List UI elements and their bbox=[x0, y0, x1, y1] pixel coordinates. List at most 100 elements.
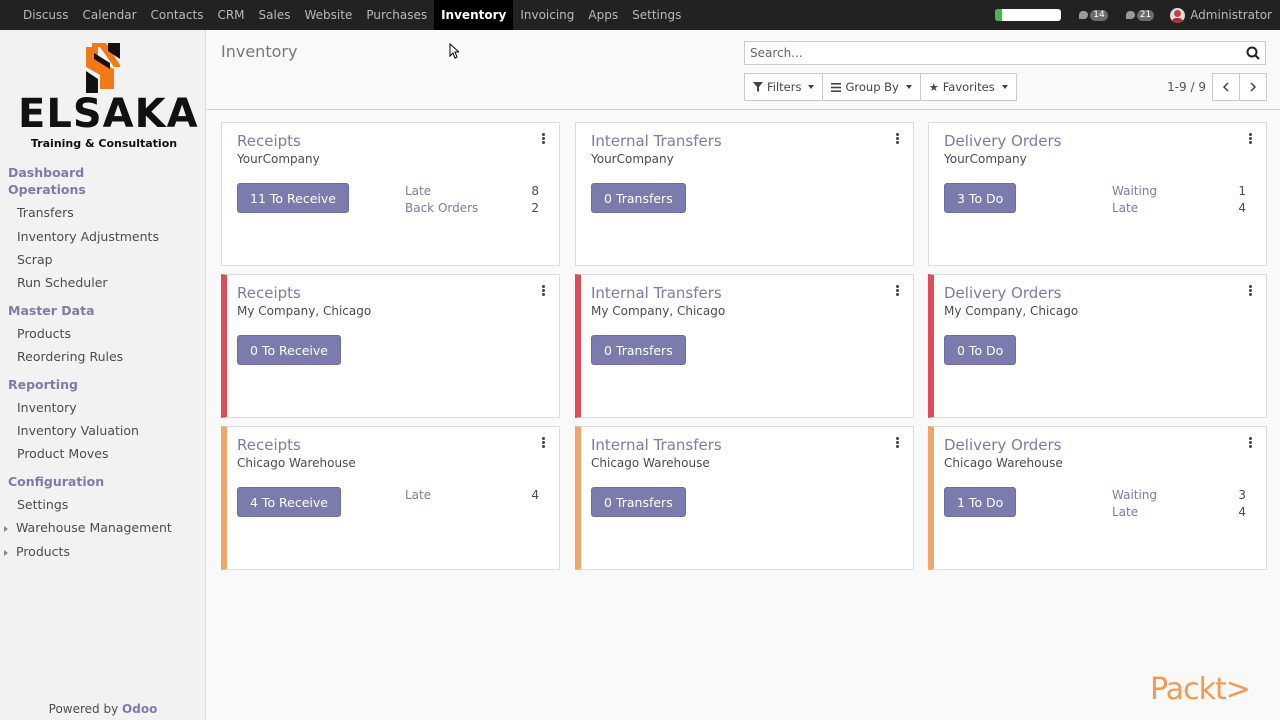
stat-late-value: 4 bbox=[1238, 505, 1246, 519]
menu-item-inventory-valuation[interactable]: Inventory Valuation bbox=[17, 423, 139, 438]
app-purchases[interactable]: Purchases bbox=[359, 0, 434, 30]
menu-dashboard[interactable]: Dashboard bbox=[8, 165, 84, 180]
picking-type-card[interactable]: Internal Transfers My Company, Chicago 0… bbox=[575, 274, 914, 418]
menu-item-products[interactable]: Products bbox=[17, 326, 71, 341]
menu-item-inventory-report[interactable]: Inventory bbox=[17, 400, 77, 415]
card-title[interactable]: Internal Transfers bbox=[591, 436, 722, 454]
card-company: YourCompany bbox=[237, 152, 320, 166]
stat-late-link[interactable]: Late bbox=[405, 488, 431, 502]
picking-type-card[interactable]: Receipts My Company, Chicago 0 To Receiv… bbox=[221, 274, 560, 418]
card-title[interactable]: Delivery Orders bbox=[944, 132, 1061, 150]
card-menu-icon[interactable] bbox=[540, 285, 546, 299]
card-company: Chicago Warehouse bbox=[591, 456, 710, 470]
card-title[interactable]: Delivery Orders bbox=[944, 284, 1061, 302]
menu-item-inventory-adjustments[interactable]: Inventory Adjustments bbox=[17, 229, 159, 244]
card-company: My Company, Chicago bbox=[237, 304, 372, 318]
menu-item-product-moves[interactable]: Product Moves bbox=[17, 446, 108, 461]
chat-bubble-icon bbox=[1079, 11, 1089, 19]
card-title[interactable]: Receipts bbox=[237, 132, 301, 150]
menu-item-scrap[interactable]: Scrap bbox=[17, 252, 53, 267]
card-title[interactable]: Internal Transfers bbox=[591, 284, 722, 302]
stat-late-link[interactable]: Late bbox=[405, 184, 431, 198]
user-menu[interactable]: Administrator bbox=[1170, 7, 1272, 23]
app-sales[interactable]: Sales bbox=[252, 0, 298, 30]
filters-button[interactable]: Filters bbox=[744, 73, 824, 101]
card-menu-icon[interactable] bbox=[894, 285, 900, 299]
to-do-button[interactable]: 3 To Do bbox=[944, 183, 1017, 213]
pager-previous-button[interactable] bbox=[1212, 73, 1240, 101]
app-menu: Discuss Calendar Contacts CRM Sales Webs… bbox=[0, 0, 688, 30]
picking-type-card[interactable]: Delivery Orders YourCompany 3 To Do Wait… bbox=[928, 122, 1267, 266]
search-icon[interactable] bbox=[1246, 46, 1260, 60]
search-box bbox=[744, 41, 1266, 65]
to-receive-button[interactable]: 11 To Receive bbox=[237, 183, 349, 213]
transfers-button[interactable]: 0 Transfers bbox=[591, 335, 686, 365]
card-title[interactable]: Receipts bbox=[237, 284, 301, 302]
stat-waiting-link[interactable]: Waiting bbox=[1112, 488, 1157, 502]
card-menu-icon[interactable] bbox=[1247, 133, 1253, 147]
card-menu-icon[interactable] bbox=[894, 437, 900, 451]
to-do-button[interactable]: 1 To Do bbox=[944, 487, 1017, 517]
app-settings[interactable]: Settings bbox=[625, 0, 688, 30]
chevron-right-icon bbox=[1250, 82, 1257, 92]
menu-item-reordering-rules[interactable]: Reordering Rules bbox=[17, 349, 123, 364]
stat-late-link[interactable]: Late bbox=[1112, 505, 1138, 519]
transfers-button[interactable]: 0 Transfers bbox=[591, 183, 686, 213]
picking-type-card[interactable]: Internal Transfers YourCompany 0 Transfe… bbox=[575, 122, 914, 266]
transfers-button[interactable]: 0 Transfers bbox=[591, 487, 686, 517]
app-discuss[interactable]: Discuss bbox=[16, 0, 76, 30]
menu-section-master-data: Master Data bbox=[8, 303, 95, 318]
menu-item-warehouse-management[interactable]: Warehouse Management bbox=[4, 520, 172, 535]
card-title[interactable]: Receipts bbox=[237, 436, 301, 454]
systray: 14 21 Administrator bbox=[995, 0, 1280, 30]
card-title[interactable]: Internal Transfers bbox=[591, 132, 722, 150]
planner-progress-bar[interactable] bbox=[995, 9, 1062, 21]
chevron-left-icon bbox=[1222, 82, 1229, 92]
card-menu-icon[interactable] bbox=[540, 133, 546, 147]
menu-section-operations: Operations bbox=[8, 182, 86, 197]
favorites-button[interactable]: ★ Favorites bbox=[919, 73, 1017, 101]
picking-type-card[interactable]: Delivery Orders Chicago Warehouse 1 To D… bbox=[928, 426, 1267, 570]
picking-type-card[interactable]: Receipts Chicago Warehouse 4 To Receive … bbox=[221, 426, 560, 570]
to-receive-button[interactable]: 4 To Receive bbox=[237, 487, 341, 517]
app-inventory[interactable]: Inventory bbox=[434, 0, 514, 30]
stat-late-link[interactable]: Late bbox=[1112, 201, 1138, 215]
group-by-button[interactable]: Group By bbox=[822, 73, 921, 101]
app-calendar[interactable]: Calendar bbox=[76, 0, 144, 30]
app-contacts[interactable]: Contacts bbox=[144, 0, 211, 30]
to-do-button[interactable]: 0 To Do bbox=[944, 335, 1017, 365]
odoo-link[interactable]: Odoo bbox=[122, 702, 157, 716]
card-menu-icon[interactable] bbox=[1247, 285, 1253, 299]
card-company: Chicago Warehouse bbox=[237, 456, 356, 470]
card-company: YourCompany bbox=[591, 152, 674, 166]
search-input[interactable] bbox=[745, 42, 1235, 64]
activities-count: 21 bbox=[1136, 9, 1155, 21]
pager-next-button[interactable] bbox=[1239, 73, 1267, 101]
pager-value[interactable]: 1-9 / 9 bbox=[1167, 80, 1206, 94]
menu-item-products-config[interactable]: Products bbox=[4, 544, 70, 559]
caret-right-icon bbox=[4, 549, 8, 556]
menu-item-settings[interactable]: Settings bbox=[17, 497, 68, 512]
messages-counter[interactable]: 14 bbox=[1079, 9, 1108, 21]
app-apps[interactable]: Apps bbox=[581, 0, 625, 30]
card-menu-icon[interactable] bbox=[1247, 437, 1253, 451]
card-menu-icon[interactable] bbox=[894, 133, 900, 147]
app-invoicing[interactable]: Invoicing bbox=[513, 0, 581, 30]
to-receive-button[interactable]: 0 To Receive bbox=[237, 335, 341, 365]
card-menu-icon[interactable] bbox=[540, 437, 546, 451]
menu-item-transfers[interactable]: Transfers bbox=[17, 205, 74, 220]
app-crm[interactable]: CRM bbox=[210, 0, 251, 30]
bars-icon bbox=[831, 82, 842, 92]
app-website[interactable]: Website bbox=[298, 0, 360, 30]
activities-counter[interactable]: 21 bbox=[1125, 9, 1155, 21]
menu-item-run-scheduler[interactable]: Run Scheduler bbox=[17, 275, 108, 290]
stat-back-orders-link[interactable]: Back Orders bbox=[405, 201, 478, 215]
picking-type-card[interactable]: Delivery Orders My Company, Chicago 0 To… bbox=[928, 274, 1267, 418]
stat-waiting-link[interactable]: Waiting bbox=[1112, 184, 1157, 198]
stat-late-value: 4 bbox=[531, 488, 539, 502]
top-navbar: Discuss Calendar Contacts CRM Sales Webs… bbox=[0, 0, 1280, 30]
messages-count: 14 bbox=[1090, 9, 1108, 21]
picking-type-card[interactable]: Receipts YourCompany 11 To Receive Late … bbox=[221, 122, 560, 266]
picking-type-card[interactable]: Internal Transfers Chicago Warehouse 0 T… bbox=[575, 426, 914, 570]
card-title[interactable]: Delivery Orders bbox=[944, 436, 1061, 454]
